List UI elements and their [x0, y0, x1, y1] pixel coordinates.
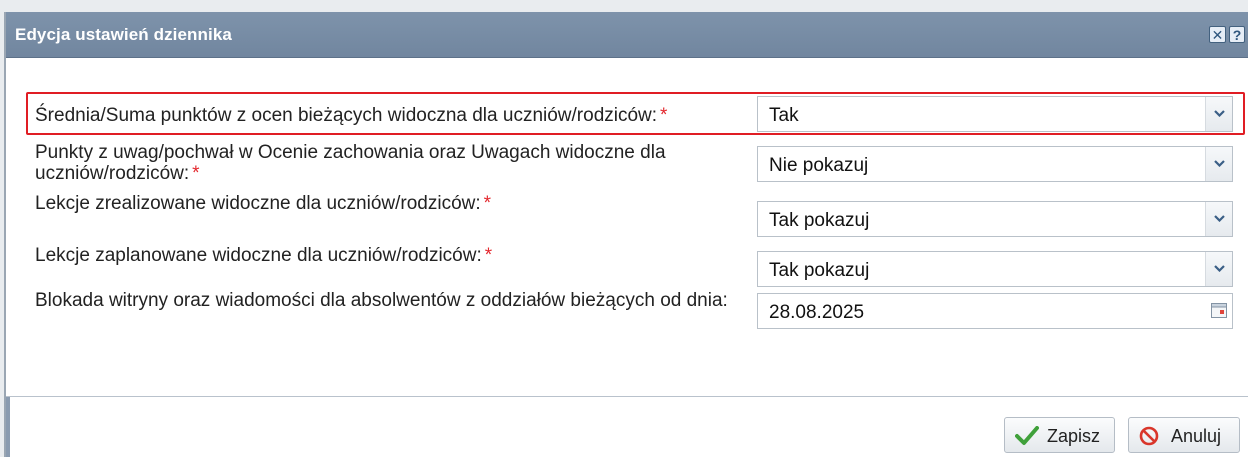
- chevron-down-icon[interactable]: [1205, 252, 1232, 286]
- cancel-button-label: Anuluj: [1171, 426, 1222, 446]
- field-label-remark-points: Punkty z uwag/pochwał w Ocenie zachowani…: [35, 142, 666, 184]
- footer-separator: [6, 396, 1248, 397]
- average-points-select[interactable]: Tak: [757, 96, 1233, 132]
- required-marker: *: [192, 163, 200, 184]
- required-marker: *: [484, 245, 493, 266]
- remark-points-select[interactable]: Nie pokazuj: [757, 146, 1233, 182]
- help-button[interactable]: ?: [1229, 26, 1245, 43]
- field-label-planned-lessons: Lekcje zaplanowane widoczne dla uczniów/…: [35, 245, 493, 266]
- field-label-graduate-block-date: Blokada witryny oraz wiadomości dla abso…: [35, 290, 728, 311]
- graduate-block-date-input[interactable]: 28.08.2025: [757, 293, 1233, 329]
- save-button[interactable]: Zapisz: [1004, 417, 1115, 453]
- calendar-icon[interactable]: [1206, 294, 1232, 328]
- dialog-title: Edycja ustawień dziennika: [15, 25, 232, 44]
- field-label-completed-lessons: Lekcje zrealizowane widoczne dla uczniów…: [35, 193, 492, 214]
- field-label-average-points: Średnia/Suma punktów z ocen bieżących wi…: [35, 105, 668, 126]
- chevron-down-icon[interactable]: [1205, 97, 1232, 131]
- close-icon: ✕: [1211, 27, 1224, 43]
- save-button-label: Zapisz: [1047, 426, 1101, 446]
- planned-lessons-value: Tak pokazuj: [769, 260, 870, 281]
- checkmark-icon: [1015, 426, 1039, 451]
- average-points-value: Tak: [769, 105, 799, 126]
- required-marker: *: [483, 193, 492, 214]
- completed-lessons-value: Tak pokazuj: [769, 210, 870, 231]
- cancel-icon: [1139, 426, 1159, 451]
- completed-lessons-select[interactable]: Tak pokazuj: [757, 201, 1233, 237]
- close-button[interactable]: ✕: [1209, 26, 1226, 43]
- help-icon: ?: [1232, 27, 1242, 43]
- cancel-button[interactable]: Anuluj: [1128, 417, 1240, 453]
- planned-lessons-select[interactable]: Tak pokazuj: [757, 251, 1233, 287]
- chevron-down-icon[interactable]: [1205, 147, 1232, 181]
- remark-points-value: Nie pokazuj: [769, 155, 869, 176]
- footer-edge: [6, 397, 10, 457]
- dialog-titlebar[interactable]: Edycja ustawień dziennika ✕ ?: [6, 12, 1248, 58]
- graduate-block-date-value: 28.08.2025: [769, 302, 865, 323]
- required-marker: *: [660, 105, 668, 126]
- settings-dialog: Edycja ustawień dziennika ✕ ? Średnia/Su…: [6, 12, 1248, 457]
- chevron-down-icon[interactable]: [1205, 202, 1232, 236]
